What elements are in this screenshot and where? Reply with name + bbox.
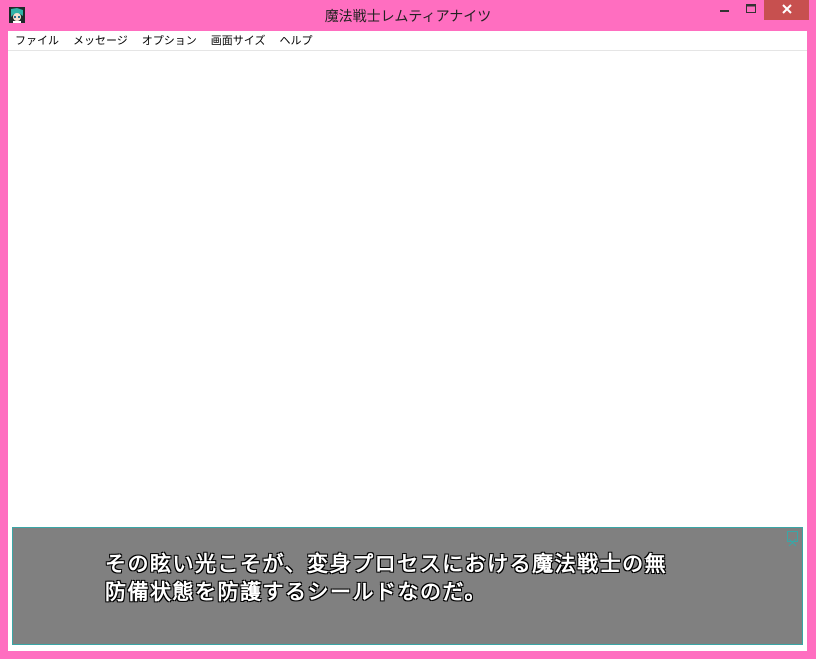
menu-screen-size[interactable]: 画面サイズ — [204, 31, 273, 50]
game-screen[interactable]: その眩い光こそが、変身プロセスにおける魔法戦士の無 防備状態を防護するシールドな… — [8, 51, 807, 651]
menu-file[interactable]: ファイル — [8, 31, 66, 50]
message-close-button[interactable] — [787, 531, 798, 547]
message-line-2: 防備状態を防護するシールドなのだ。 — [105, 580, 487, 604]
maximize-button[interactable] — [738, 0, 764, 20]
menu-message[interactable]: メッセージ — [66, 31, 135, 50]
maximize-icon — [746, 3, 756, 17]
minimize-icon — [720, 3, 730, 17]
menu-help[interactable]: ヘルプ — [272, 31, 319, 50]
message-line-1: その眩い光こそが、変身プロセスにおける魔法戦士の無 — [105, 552, 668, 576]
message-window[interactable]: その眩い光こそが、変身プロセスにおける魔法戦士の無 防備状態を防護するシールドな… — [12, 527, 803, 645]
title-bar[interactable]: 魔法戦士レムティアナイツ — [0, 0, 816, 30]
menu-bar: ファイル メッセージ オプション 画面サイズ ヘルプ — [8, 31, 807, 51]
close-button[interactable] — [764, 0, 809, 20]
close-icon — [781, 2, 792, 18]
message-text: その眩い光こそが、変身プロセスにおける魔法戦士の無 防備状態を防護するシールドな… — [105, 550, 775, 606]
menu-options[interactable]: オプション — [135, 31, 204, 50]
message-close-icon — [788, 538, 797, 547]
window-title: 魔法戦士レムティアナイツ — [324, 9, 492, 25]
minimize-button[interactable] — [712, 0, 738, 20]
app-window: 魔法戦士レムティアナイツ ファイル メッセージ オプション 画面サイズ ヘルプ — [0, 0, 816, 659]
